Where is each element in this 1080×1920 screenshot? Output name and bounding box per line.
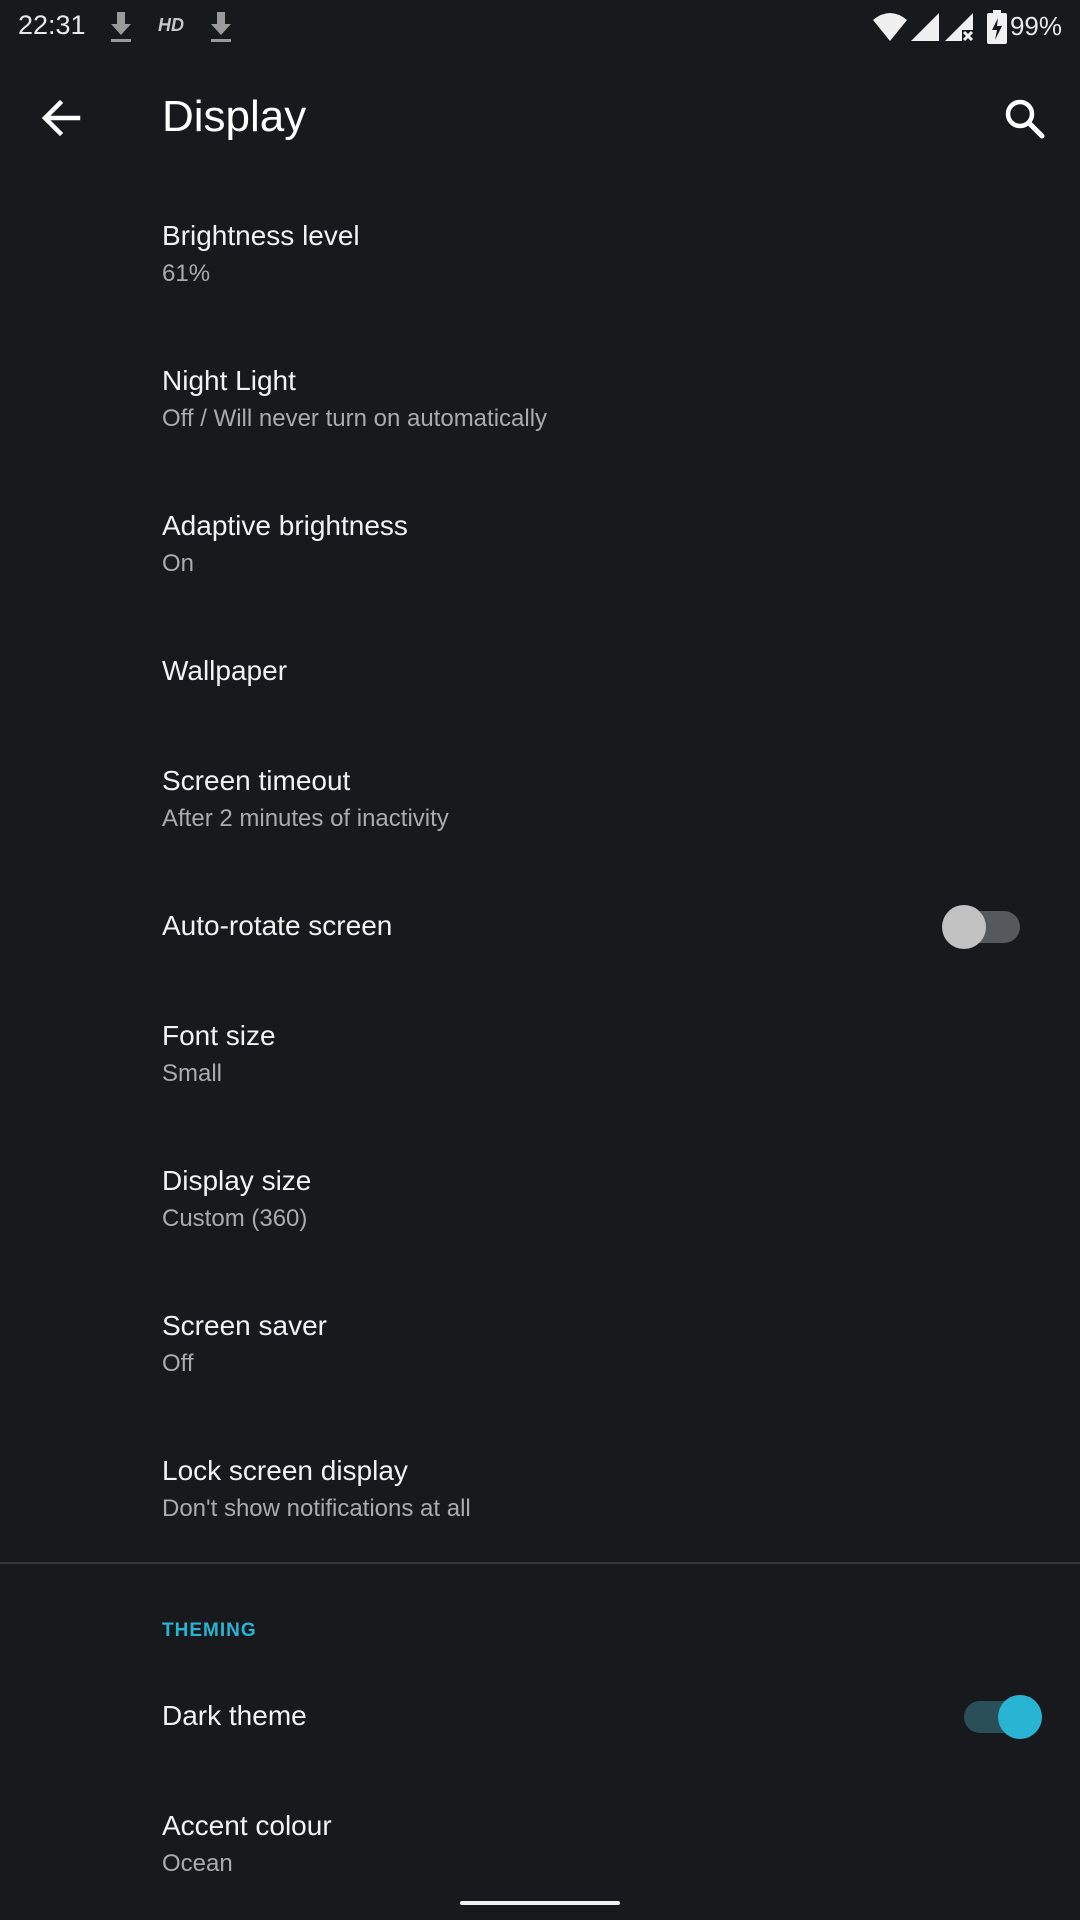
setting-title: Adaptive brightness [162,510,408,541]
battery-charging-icon [987,10,1007,49]
setting-screen-timeout[interactable]: Screen timeout After 2 minutes of inacti… [0,735,1080,859]
setting-title: Font size [162,1020,276,1051]
page-title: Display [162,92,307,141]
hd-icon: HD [158,15,184,35]
search-icon [1005,99,1045,139]
arrow-back-icon [41,99,81,137]
setting-summary: Off [162,1350,194,1377]
signal-icon [910,12,940,47]
setting-title: Screen timeout [162,765,351,796]
setting-summary: Ocean [162,1850,233,1877]
status-bar: 22:31 HD 99% [0,0,1080,56]
setting-summary: On [162,550,195,577]
search-button[interactable] [990,84,1058,152]
battery-percentage: 99% [1009,11,1062,41]
setting-title: Display size [162,1165,312,1196]
setting-screen-saver[interactable]: Screen saver Off [0,1280,1080,1404]
setting-title: Lock screen display [162,1455,408,1486]
setting-font-size[interactable]: Font size Small [0,990,1080,1114]
toggle-thumb [998,1695,1042,1739]
setting-title: Dark theme [162,1700,307,1731]
download-icon [108,10,134,49]
setting-title: Brightness level [162,220,360,251]
setting-summary: Don't show notifications at all [162,1495,471,1522]
setting-accent-colour[interactable]: Accent colour Ocean [0,1780,1080,1904]
setting-adaptive-brightness[interactable]: Adaptive brightness On [0,480,1080,604]
signal-no-data-icon [944,12,974,47]
setting-display-size[interactable]: Display size Custom (360) [0,1135,1080,1259]
setting-brightness-level[interactable]: Brightness level 61% [0,190,1080,314]
setting-lock-screen-display[interactable]: Lock screen display Don't show notificat… [0,1425,1080,1549]
auto-rotate-toggle[interactable] [942,901,1020,953]
setting-summary: After 2 minutes of inactivity [162,805,449,832]
back-button[interactable] [28,84,96,152]
status-time: 22:31 [18,10,86,40]
setting-night-light[interactable]: Night Light Off / Will never turn on aut… [0,335,1080,459]
setting-summary: 61% [162,260,211,287]
setting-dark-theme[interactable]: Dark theme [0,1665,1080,1770]
section-divider [0,1562,1080,1564]
setting-title: Night Light [162,365,296,396]
setting-summary: Small [162,1060,223,1087]
gesture-nav-handle[interactable] [460,1901,620,1905]
section-header-theming: THEMING [162,1620,257,1641]
wifi-icon [872,12,908,47]
dark-theme-toggle[interactable] [964,1691,1042,1743]
setting-title: Screen saver [162,1310,327,1341]
setting-title: Accent colour [162,1810,332,1841]
setting-auto-rotate-screen[interactable]: Auto-rotate screen [0,875,1080,980]
setting-wallpaper[interactable]: Wallpaper [0,620,1080,725]
app-bar: Display [0,56,1080,176]
toggle-thumb [942,905,986,949]
setting-summary: Off / Will never turn on automatically [162,405,548,432]
setting-title: Wallpaper [162,655,288,686]
setting-summary: Custom (360) [162,1205,308,1232]
setting-title: Auto-rotate screen [162,910,393,941]
display-settings-screen: 22:31 HD 99% Display Brightness level 61… [0,0,1080,1920]
download-icon [208,10,234,49]
